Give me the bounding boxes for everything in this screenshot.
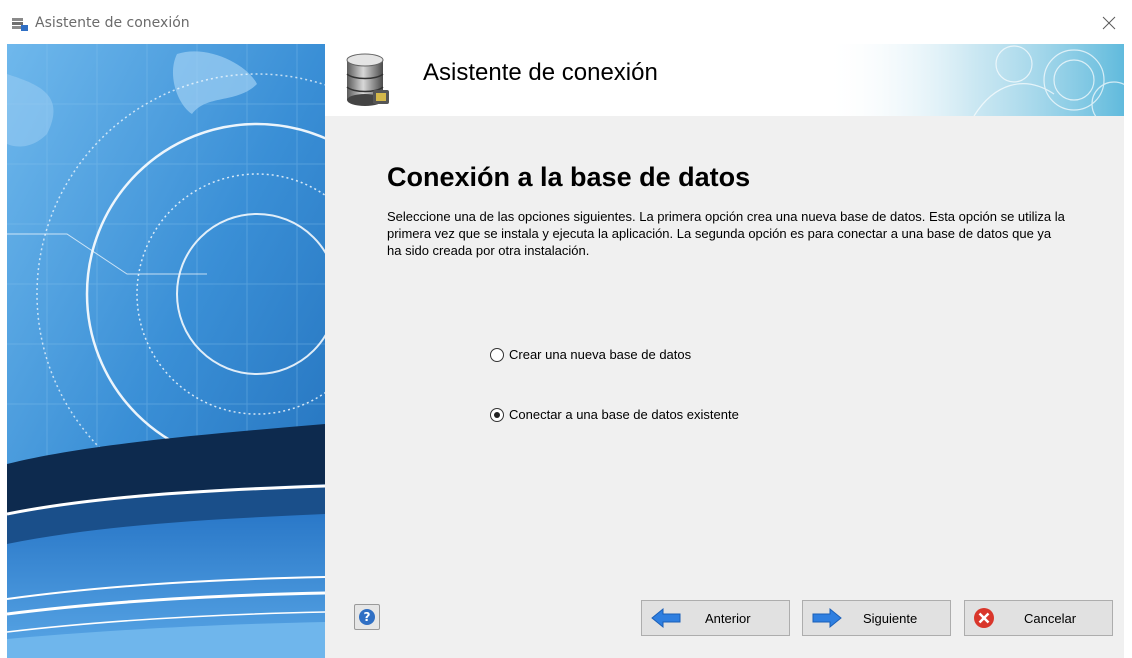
back-button[interactable]: Anterior: [641, 600, 790, 636]
title-bar: Asistente de conexión: [0, 0, 1132, 44]
arrow-right-icon: [812, 607, 842, 629]
header-title: Asistente de conexión: [423, 59, 658, 86]
help-icon: ?: [359, 609, 375, 625]
radio-button-unselected[interactable]: [490, 347, 504, 362]
window-title: Asistente de conexión: [35, 15, 190, 31]
header-decoration: [824, 44, 1124, 116]
cancel-button[interactable]: Cancelar: [964, 600, 1113, 636]
next-button[interactable]: Siguiente: [802, 600, 951, 636]
wizard-banner-image: [7, 44, 325, 658]
cancel-button-label: Cancelar: [1024, 611, 1077, 626]
wizard-header: Asistente de conexión: [325, 44, 1124, 116]
section-description: Seleccione una de las opciones siguiente…: [387, 209, 1065, 258]
wizard-content: Asistente de conexión Conexión a la base…: [325, 44, 1124, 658]
back-button-label: Anterior: [705, 611, 751, 626]
option-connect-existing[interactable]: Conectar a una base de datos existente: [490, 407, 739, 422]
help-button[interactable]: ?: [354, 604, 380, 630]
database-app-icon: [12, 18, 28, 31]
next-button-label: Siguiente: [863, 611, 918, 626]
arrow-left-icon: [651, 607, 681, 629]
close-icon[interactable]: [1094, 10, 1124, 36]
database-icon: [346, 53, 389, 106]
section-title: Conexión a la base de datos: [387, 162, 751, 192]
option-label: Crear una nueva base de datos: [509, 347, 692, 362]
option-create-database[interactable]: Crear una nueva base de datos: [490, 347, 691, 362]
cancel-icon: [974, 608, 994, 628]
radio-button-selected[interactable]: [490, 407, 504, 422]
option-label: Conectar a una base de datos existente: [509, 407, 739, 422]
